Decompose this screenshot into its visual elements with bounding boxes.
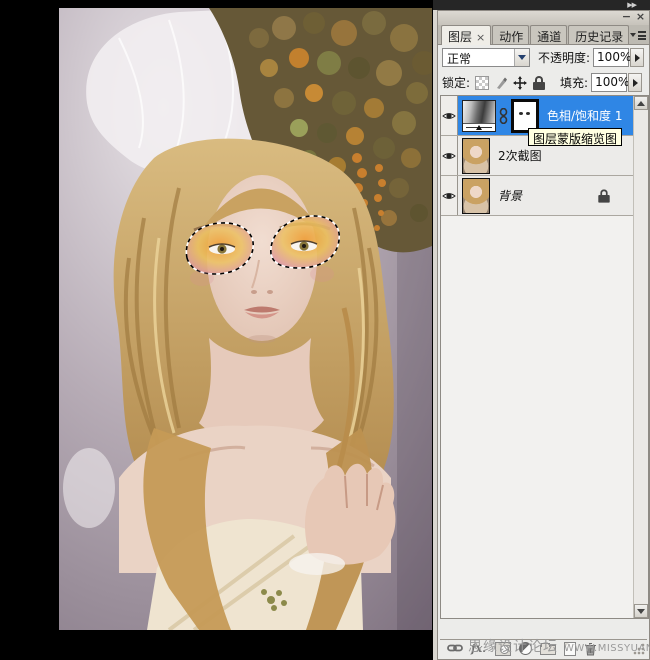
panel-tabbar: 图层× 动作 通道 历史记录 — [438, 25, 649, 45]
tab-history[interactable]: 历史记录 — [568, 25, 629, 44]
blend-mode-value: 正常 — [443, 49, 514, 66]
panel-resize-grip[interactable] — [632, 642, 646, 656]
eye-icon — [442, 151, 456, 161]
tab-channels[interactable]: 通道 — [530, 25, 567, 44]
layer-controls: 正常 不透明度: 100% 锁定: — [438, 45, 649, 95]
dock-collapse-bar[interactable]: ▶▶ — [433, 0, 650, 10]
visibility-toggle[interactable] — [441, 96, 458, 135]
tab-layers[interactable]: 图层× — [441, 25, 491, 45]
scroll-up-button[interactable] — [634, 96, 648, 110]
opacity-input[interactable]: 100% — [593, 48, 629, 67]
fill-label: 填充: — [560, 74, 588, 91]
new-layer-button[interactable] — [564, 642, 576, 656]
panel-titlebar: − × — [438, 11, 649, 25]
photoshop-workspace: ▶▶ − × 图层× 动作 通道 历史记录 正常 不透明度: — [0, 0, 650, 660]
background-lock-icon — [597, 189, 610, 202]
close-button[interactable]: × — [634, 11, 647, 24]
layers-panel-toolbar: fx. — [440, 639, 647, 657]
layer-name[interactable]: 2次截图 — [498, 147, 542, 164]
layer-name[interactable]: 色相/饱和度 1 — [547, 107, 623, 124]
blend-mode-dropdown-icon[interactable] — [514, 49, 529, 66]
lock-pixels-icon[interactable] — [494, 76, 508, 90]
layers-scrollbar[interactable] — [633, 96, 648, 618]
portrait-photo — [59, 8, 432, 630]
visibility-toggle[interactable] — [441, 136, 458, 175]
tab-actions[interactable]: 动作 — [492, 25, 529, 44]
opacity-label: 不透明度: — [538, 49, 590, 66]
tab-close-icon[interactable]: × — [476, 31, 485, 44]
visibility-toggle[interactable] — [441, 176, 458, 215]
layer-row-background[interactable]: 背景 — [441, 176, 633, 216]
fill-slider-button[interactable] — [628, 73, 642, 92]
link-layers-button[interactable] — [447, 642, 463, 656]
add-layer-mask-button[interactable] — [495, 642, 511, 656]
scroll-down-button[interactable] — [634, 604, 648, 618]
fill-input[interactable]: 100% — [591, 73, 627, 92]
eye-icon — [442, 111, 456, 121]
panel-dock: ▶▶ − × 图层× 动作 通道 历史记录 正常 不透明度: — [433, 0, 650, 660]
lock-position-icon[interactable] — [513, 76, 527, 90]
layers-panel: − × 图层× 动作 通道 历史记录 正常 不透明度: 100% — [437, 10, 650, 660]
layer-thumbnail[interactable] — [462, 178, 490, 214]
opacity-slider-button[interactable] — [630, 48, 644, 67]
mask-link-icon[interactable] — [499, 108, 508, 124]
eye-icon — [442, 191, 456, 201]
layer-name[interactable]: 背景 — [498, 187, 522, 204]
lock-label: 锁定: — [442, 74, 470, 91]
layer-thumbnail[interactable] — [462, 138, 490, 174]
lock-transparency-icon[interactable] — [475, 76, 489, 90]
panel-menu-icon[interactable] — [630, 30, 646, 41]
lock-all-icon[interactable] — [532, 76, 546, 90]
collapse-to-icons-icon[interactable]: ▶▶ — [627, 1, 636, 9]
new-group-button[interactable] — [540, 645, 556, 655]
new-adjustment-layer-button[interactable] — [519, 642, 532, 655]
layers-list: 色相/饱和度 1 2次截图 — [440, 95, 649, 619]
mask-thumbnail-tooltip: 图层蒙版缩览图 — [528, 128, 622, 146]
adjustment-layer-thumbnail[interactable] — [462, 100, 496, 132]
photo-canvas[interactable] — [59, 8, 432, 630]
delete-layer-button[interactable] — [584, 642, 600, 656]
blend-mode-select[interactable]: 正常 — [442, 48, 530, 67]
minimize-button[interactable]: − — [620, 11, 633, 24]
layer-style-button[interactable]: fx. — [471, 642, 487, 656]
